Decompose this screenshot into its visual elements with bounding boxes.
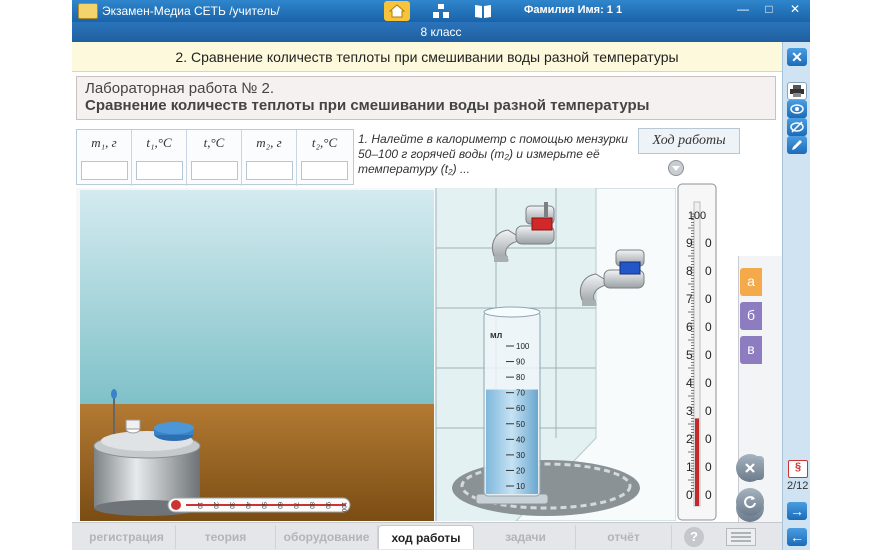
thermometer-scale-zero: 0 (705, 376, 712, 390)
tab-report[interactable]: отчёт (576, 525, 672, 549)
cylinder-tick-label: 10 (516, 482, 525, 491)
maximize-button[interactable]: □ (762, 2, 776, 18)
table-header-m1: m₁, г (91, 135, 117, 150)
cylinder-unit-label: мл (490, 330, 503, 340)
tab-theory[interactable]: теория (176, 525, 276, 549)
step-tab-b[interactable]: б (740, 302, 762, 330)
measuring-cylinder[interactable]: мл 100 90 80 70 60 50 40 30 20 10 (475, 306, 549, 505)
cylinder-tick-label: 80 (516, 373, 525, 382)
small-thermometer[interactable]: 10 20 30 40 50 60 70 80 90 100 (167, 497, 351, 513)
table-header-m2: m₂, г (256, 135, 282, 150)
cylinder-tick-label: 20 (516, 466, 525, 475)
user-name-label: Фамилия Имя: 1 1 (524, 4, 623, 16)
experiment-scene: 10 20 30 40 50 60 70 80 90 100 мл 100908… (76, 188, 676, 521)
thermometer-scale-zero: 0 (705, 292, 712, 306)
thermometer-scale-zero: 0 (705, 348, 712, 362)
reset-icon[interactable] (736, 488, 764, 516)
cylinder-tick-label: 70 (516, 389, 525, 398)
next-page-button[interactable]: → (787, 502, 807, 520)
help-icon[interactable]: ? (684, 527, 704, 547)
close-icon[interactable]: ✕ (787, 48, 807, 66)
tab-tasks[interactable]: задачи (476, 525, 576, 549)
table-header-t2: t₂,°C (311, 135, 338, 150)
small-thermometer-label: 80 (308, 502, 314, 509)
input-t2[interactable] (301, 161, 348, 180)
thermometer-scale-label: 0 (686, 488, 693, 502)
lab-heading: Лабораторная работа № 2. Сравнение колич… (76, 76, 776, 120)
minimize-button[interactable]: — (736, 2, 750, 18)
book-icon[interactable] (470, 1, 496, 21)
tab-equipment[interactable]: оборудование (276, 525, 378, 549)
small-thermometer-label: 30 (228, 502, 234, 509)
title-bar: Экзамен-Медиа СЕТЬ /учитель/ Фамилия Имя… (72, 0, 810, 22)
small-thermometer-label: 10 (196, 502, 202, 509)
class-label: 8 класс (72, 22, 810, 42)
thermometer-scale-zero: 0 (705, 236, 712, 250)
instruction-text: 1. Налейте в калориметр с помощью мензур… (358, 132, 628, 176)
small-thermometer-label: 40 (244, 502, 250, 509)
tab-registration[interactable]: регистрация (78, 525, 176, 549)
thermometer-scale-zero: 0 (705, 460, 712, 474)
procedure-button[interactable]: Ход работы (638, 128, 740, 154)
measurement-table: m₁, г t₁,°C t,°C m₂, г t₂,°C (76, 129, 354, 186)
close-window-button[interactable]: ✕ (788, 2, 802, 18)
cylinder-tick-label: 40 (516, 435, 525, 444)
pen-icon[interactable] (787, 136, 807, 154)
main-content: Лабораторная работа № 2. Сравнение колич… (72, 72, 782, 522)
structure-icon[interactable] (428, 1, 454, 21)
right-toolbar: ✕ § 2/12 → ← (782, 42, 810, 550)
small-thermometer-label: 50 (260, 502, 266, 509)
notebook-icon[interactable]: § (788, 460, 808, 478)
cylinder-tick-label: 30 (516, 451, 525, 460)
tab-procedure[interactable]: ход работы (378, 525, 474, 549)
small-thermometer-label: 20 (212, 502, 218, 509)
home-icon[interactable] (384, 1, 410, 21)
cylinder-tick-label: 90 (516, 358, 525, 367)
cylinder-tick-label: 60 (516, 404, 525, 413)
cylinder-tick-label: 50 (516, 420, 525, 429)
thermometer[interactable]: 1009 08 07 06 05 04 03 02 01 00 0 (676, 182, 718, 522)
thermometer-scale-zero: 0 (705, 264, 712, 278)
cylinder-tick-label: 100 (516, 342, 530, 351)
chevron-down-icon[interactable] (668, 160, 684, 176)
thermometer-scale-zero: 0 (705, 432, 712, 446)
small-thermometer-label: 60 (276, 502, 282, 509)
menu-list-icon[interactable] (726, 528, 756, 546)
sink-drain (452, 460, 640, 516)
input-m1[interactable] (81, 161, 128, 180)
lab-number: Лабораторная работа № 2. (85, 80, 275, 97)
page-indicator: 2/12 (787, 480, 809, 492)
eye-icon[interactable] (787, 100, 807, 118)
thermometer-scale-label: 100 (688, 210, 706, 222)
input-t[interactable] (191, 161, 238, 180)
small-thermometer-label: 70 (292, 502, 298, 509)
step-tab-a[interactable]: а (740, 268, 762, 296)
table-header-t1: t₁,°C (146, 135, 172, 150)
input-t1[interactable] (136, 161, 183, 180)
small-thermometer-label: 100 (340, 502, 346, 513)
input-m2[interactable] (246, 161, 293, 180)
thermometer-scale-zero: 0 (705, 488, 712, 502)
clear-icon[interactable] (736, 454, 764, 482)
lab-title: Сравнение количеств теплоты при смешиван… (85, 97, 650, 114)
thermometer-scale-zero: 0 (705, 320, 712, 334)
small-thermometer-label: 90 (324, 502, 330, 509)
app-logo-icon (78, 3, 98, 19)
topic-title: 2. Сравнение количеств теплоты при смеши… (72, 42, 782, 72)
eye-off-icon[interactable] (787, 118, 807, 136)
step-tab-c[interactable]: в (740, 336, 762, 364)
prev-page-button[interactable]: ← (787, 528, 807, 546)
app-window: Экзамен-Медиа СЕТЬ /учитель/ Фамилия Имя… (72, 0, 810, 550)
app-title: Экзамен-Медиа СЕТЬ /учитель/ (102, 4, 280, 18)
table-header-t: t,°C (203, 135, 225, 150)
bottom-navigation: регистрация теория оборудование ход рабо… (72, 522, 782, 550)
thermometer-scale-zero: 0 (705, 404, 712, 418)
print-icon[interactable] (787, 82, 807, 100)
